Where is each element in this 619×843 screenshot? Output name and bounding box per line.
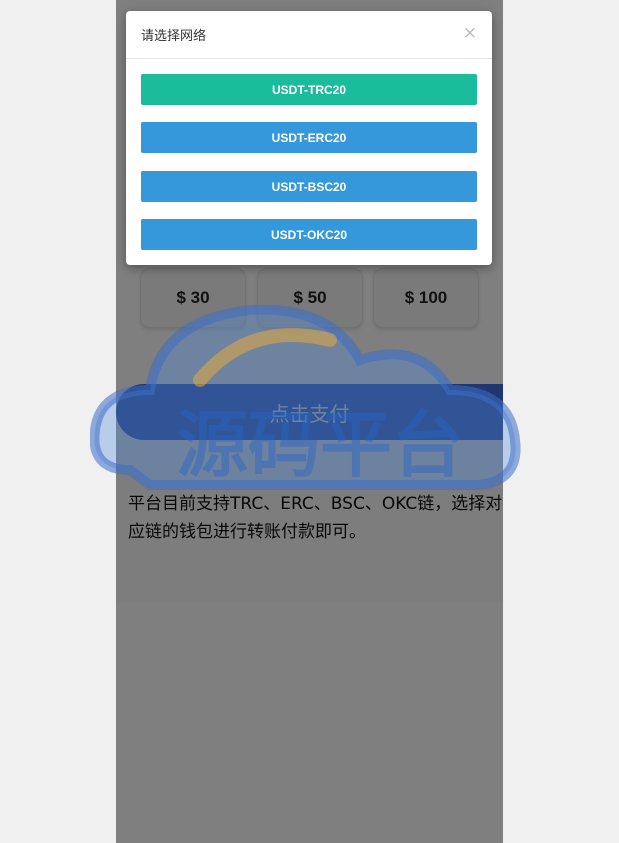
network-erc20-button[interactable]: USDT-ERC20 — [141, 122, 477, 153]
modal-title: 请选择网络 — [141, 29, 207, 44]
network-select-modal: 请选择网络 × USDT-TRC20 USDT-ERC20 USDT-BSC20… — [126, 11, 492, 265]
network-bsc20-button[interactable]: USDT-BSC20 — [141, 171, 477, 202]
close-icon[interactable]: × — [463, 23, 477, 43]
network-trc20-button[interactable]: USDT-TRC20 — [141, 74, 477, 105]
modal-header: 请选择网络 × — [126, 11, 492, 59]
network-okc20-button[interactable]: USDT-OKC20 — [141, 219, 477, 250]
